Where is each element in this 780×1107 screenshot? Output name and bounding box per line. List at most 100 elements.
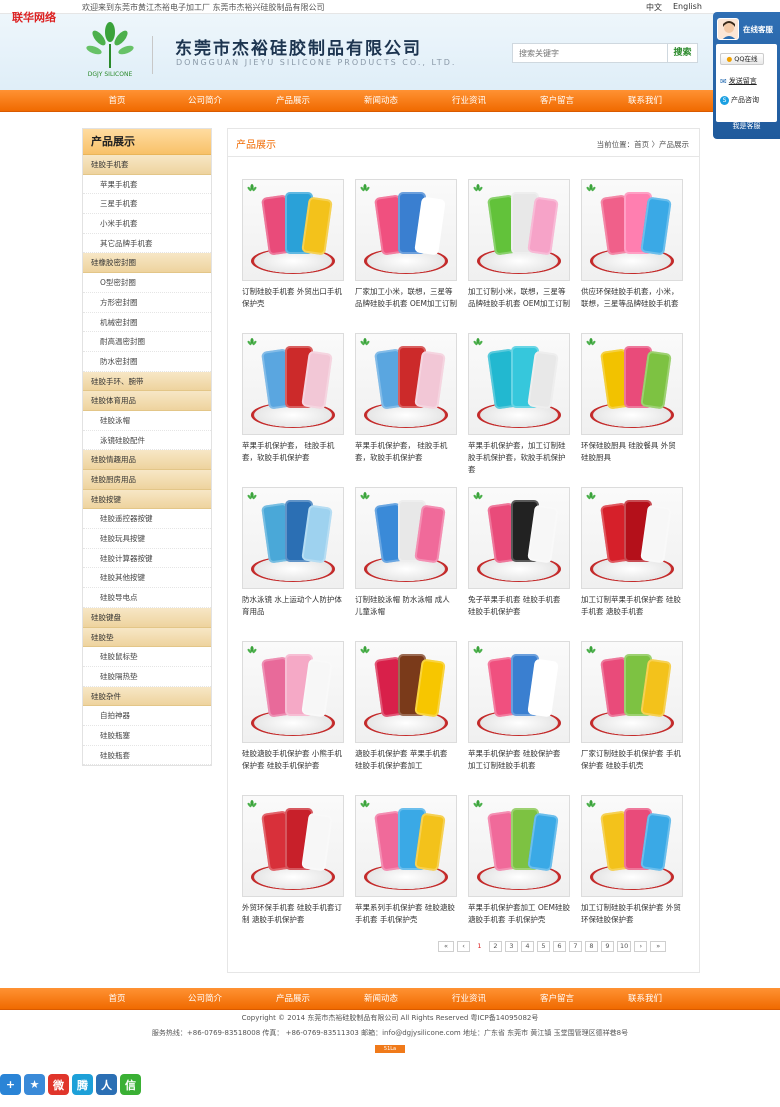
sidebar-subcategory[interactable]: 硅胶计算器按键 bbox=[83, 548, 211, 569]
stat-counter-badge[interactable]: 51La bbox=[375, 1045, 405, 1053]
product-card[interactable]: 加工订制硅胶手机保护套 外贸环保硅胶保护套 bbox=[581, 795, 683, 938]
product-thumbnail[interactable] bbox=[355, 179, 457, 281]
sidebar-subcategory[interactable]: 三星手机套 bbox=[83, 194, 211, 215]
search-button[interactable]: 搜索 bbox=[668, 43, 698, 63]
footer-nav-guestbook[interactable]: 客户留言 bbox=[513, 988, 601, 1010]
product-thumbnail[interactable] bbox=[468, 179, 570, 281]
product-thumbnail[interactable] bbox=[581, 795, 683, 897]
product-thumbnail[interactable] bbox=[581, 179, 683, 281]
product-card[interactable]: 厂家加工小米，联想，三星等品牌硅胶手机套 OEM加工订制 bbox=[355, 179, 457, 322]
product-card[interactable]: 苹果手机保护套， 硅胶手机套，软胶手机保护套 bbox=[355, 333, 457, 476]
nav-item-about[interactable]: 公司简介 bbox=[161, 90, 249, 112]
breadcrumb[interactable]: 当前位置：首页 〉产品展示 bbox=[597, 139, 689, 150]
sidebar-subcategory[interactable]: 机械密封圈 bbox=[83, 312, 211, 333]
product-thumbnail[interactable] bbox=[581, 487, 683, 589]
product-caption[interactable]: 外贸环保手机套 硅胶手机套订制 溏胶手机保护套 bbox=[242, 902, 344, 938]
product-card[interactable]: 厂家订制硅胶手机保护套 手机保护套 硅胶手机壳 bbox=[581, 641, 683, 784]
product-caption[interactable]: 溏胶手机保护套 苹果手机套 硅胶手机保护套加工 bbox=[355, 748, 457, 784]
product-card[interactable]: 硅胶溏胶手机保护套 小熊手机保护套 硅胶手机保护套 bbox=[242, 641, 344, 784]
product-card[interactable]: 苹果手机保护套 硅胶保护套 加工订制硅胶手机套 bbox=[468, 641, 570, 784]
product-thumbnail[interactable] bbox=[355, 487, 457, 589]
page-number-link[interactable]: 9 bbox=[601, 941, 614, 952]
product-thumbnail[interactable] bbox=[242, 795, 344, 897]
nav-item-industry[interactable]: 行业资讯 bbox=[425, 90, 513, 112]
product-thumbnail[interactable] bbox=[355, 641, 457, 743]
lang-chinese-link[interactable]: 中文 bbox=[646, 2, 662, 13]
share-plus-icon[interactable]: + bbox=[0, 1074, 21, 1095]
nav-item-products[interactable]: 产品展示 bbox=[249, 90, 337, 112]
sidebar-subcategory[interactable]: 硅胶鼠标垫 bbox=[83, 647, 211, 667]
qq-online-button[interactable]: ● QQ在线 bbox=[720, 53, 764, 65]
product-caption[interactable]: 厂家加工小米，联想，三星等品牌硅胶手机套 OEM加工订制 bbox=[355, 286, 457, 322]
sidebar-subcategory[interactable]: 硅胶瓶套 bbox=[83, 745, 211, 766]
footer-nav-home[interactable]: 首页 bbox=[73, 988, 161, 1010]
page-number-link[interactable]: 3 bbox=[505, 941, 518, 952]
sidebar-subcategory[interactable]: 自拍神器 bbox=[83, 706, 211, 726]
sidebar-subcategory[interactable]: 硅胶导电点 bbox=[83, 588, 211, 608]
sidebar-subcategory[interactable]: 方形密封圈 bbox=[83, 292, 211, 313]
nav-item-news[interactable]: 新闻动态 bbox=[337, 90, 425, 112]
sidebar-category[interactable]: 硅胶体育用品 bbox=[83, 391, 211, 411]
weibo-icon[interactable]: 微 bbox=[48, 1074, 69, 1095]
product-thumbnail[interactable] bbox=[468, 641, 570, 743]
sidebar-subcategory[interactable]: 防水密封圈 bbox=[83, 351, 211, 372]
first-page-button[interactable]: « bbox=[438, 941, 454, 952]
page-number-link[interactable]: 8 bbox=[585, 941, 598, 952]
product-caption[interactable]: 订制硅胶泳帽 防水泳帽 成人儿童泳帽 bbox=[355, 594, 457, 630]
sidebar-category[interactable]: 硅胶杂件 bbox=[83, 686, 211, 707]
sidebar-subcategory[interactable]: 硅胶其他按键 bbox=[83, 568, 211, 589]
favorite-star-icon[interactable]: ★ bbox=[24, 1074, 45, 1095]
product-caption[interactable]: 供应环保硅胶手机套，小米，联想，三星等品牌硅胶手机套 bbox=[581, 286, 683, 322]
product-caption[interactable]: 加工订制苹果手机保护套 硅胶手机套 溏胶手机套 bbox=[581, 594, 683, 630]
product-thumbnail[interactable] bbox=[581, 641, 683, 743]
product-caption[interactable]: 加工订制小米，联想，三星等品牌硅胶手机套 OEM加工订制 bbox=[468, 286, 570, 322]
prev-page-button[interactable]: ‹ bbox=[457, 941, 470, 952]
footer-nav-products[interactable]: 产品展示 bbox=[249, 988, 337, 1010]
sidebar-subcategory[interactable]: 硅胶遥控器按键 bbox=[83, 509, 211, 530]
product-caption[interactable]: 厂家订制硅胶手机保护套 手机保护套 硅胶手机壳 bbox=[581, 748, 683, 784]
sidebar-category[interactable]: 硅橡胶密封圈 bbox=[83, 253, 211, 274]
product-card[interactable]: 加工订制小米，联想，三星等品牌硅胶手机套 OEM加工订制 bbox=[468, 179, 570, 322]
page-number-link[interactable]: 4 bbox=[521, 941, 534, 952]
sidebar-category[interactable]: 硅胶键盘 bbox=[83, 607, 211, 628]
sidebar-subcategory[interactable]: 硅胶隔热垫 bbox=[83, 666, 211, 687]
product-thumbnail[interactable] bbox=[242, 641, 344, 743]
page-number-link[interactable]: 7 bbox=[569, 941, 582, 952]
next-page-button[interactable]: › bbox=[634, 941, 648, 952]
sidebar-category[interactable]: 硅胶按键 bbox=[83, 489, 211, 510]
send-message-link[interactable]: 发送留言 bbox=[729, 76, 757, 86]
product-caption[interactable]: 加工订制硅胶手机保护套 外贸环保硅胶保护套 bbox=[581, 902, 683, 938]
product-thumbnail[interactable] bbox=[468, 333, 570, 435]
product-card[interactable]: 苹果手机保护套，加工订制硅胶手机保护套，软胶手机保护套 bbox=[468, 333, 570, 476]
product-card[interactable]: 溏胶手机保护套 苹果手机套 硅胶手机保护套加工 bbox=[355, 641, 457, 784]
sidebar-subcategory[interactable]: 泳镜硅胶配件 bbox=[83, 430, 211, 451]
product-thumbnail[interactable] bbox=[242, 333, 344, 435]
product-caption[interactable]: 防水泳镜 水上运动个人防护体育用品 bbox=[242, 594, 344, 630]
renren-icon[interactable]: 人 bbox=[96, 1074, 117, 1095]
page-number-link[interactable]: 2 bbox=[489, 941, 502, 952]
product-card[interactable]: 苹果手机保护套， 硅胶手机套，软胶手机保护套 bbox=[242, 333, 344, 476]
product-thumbnail[interactable] bbox=[242, 179, 344, 281]
product-thumbnail[interactable] bbox=[581, 333, 683, 435]
footer-nav-about[interactable]: 公司简介 bbox=[161, 988, 249, 1010]
product-card[interactable]: 供应环保硅胶手机套，小米，联想，三星等品牌硅胶手机套 bbox=[581, 179, 683, 322]
search-input[interactable] bbox=[512, 43, 668, 63]
sidebar-category[interactable]: 硅胶情趣用品 bbox=[83, 450, 211, 470]
service-bottom-label[interactable]: 我是客服 bbox=[713, 121, 780, 131]
company-logo[interactable]: DGJY SILICONE bbox=[82, 22, 138, 86]
page-number-link[interactable]: 5 bbox=[537, 941, 550, 952]
tencent-weibo-icon[interactable]: 腾 bbox=[72, 1074, 93, 1095]
sidebar-subcategory[interactable]: 硅胶玩具按键 bbox=[83, 529, 211, 549]
sidebar-subcategory[interactable]: 耐高温密封圈 bbox=[83, 332, 211, 352]
product-caption[interactable]: 苹果手机保护套， 硅胶手机套，软胶手机保护套 bbox=[242, 440, 344, 476]
product-caption[interactable]: 苹果手机保护套， 硅胶手机套，软胶手机保护套 bbox=[355, 440, 457, 476]
product-card[interactable]: 兔子苹果手机套 硅胶手机套 硅胶手机保护套 bbox=[468, 487, 570, 630]
sidebar-subcategory[interactable]: 硅胶瓶塞 bbox=[83, 725, 211, 746]
product-caption[interactable]: 兔子苹果手机套 硅胶手机套 硅胶手机保护套 bbox=[468, 594, 570, 630]
product-caption[interactable]: 苹果手机保护套 硅胶保护套 加工订制硅胶手机套 bbox=[468, 748, 570, 784]
sidebar-category[interactable]: 硅胶手机套 bbox=[83, 155, 211, 175]
sidebar-subcategory[interactable]: 小米手机套 bbox=[83, 214, 211, 234]
sidebar-category[interactable]: 硅胶厨房用品 bbox=[83, 470, 211, 490]
product-card[interactable]: 环保硅胶厨具 硅胶餐具 外贸硅胶厨具 bbox=[581, 333, 683, 476]
sidebar-category[interactable]: 硅胶垫 bbox=[83, 627, 211, 648]
